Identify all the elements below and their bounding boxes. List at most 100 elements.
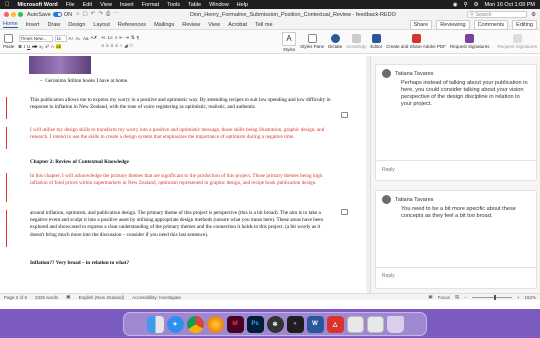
bold-icon[interactable]: B (19, 44, 22, 49)
increase-indent-icon[interactable]: ⇥ (125, 35, 129, 41)
pilcrow-icon[interactable]: ¶ (137, 35, 139, 40)
preview-icon[interactable] (366, 315, 384, 333)
save-icon[interactable]: ▢ (82, 11, 87, 18)
strikethrough-icon[interactable]: ab (32, 44, 37, 49)
menu-table[interactable]: Table (188, 2, 201, 8)
autosave-control[interactable]: AutoSave ON (27, 12, 72, 18)
editor-button[interactable]: Editor (370, 34, 382, 49)
tab-references[interactable]: References (118, 22, 146, 28)
settings-icon[interactable]: ⚙ (531, 12, 536, 18)
menu-tools[interactable]: Tools (167, 2, 180, 8)
share-button[interactable]: Share (409, 19, 433, 30)
italic-icon[interactable]: I (24, 44, 25, 49)
chrome-icon[interactable] (186, 315, 204, 333)
zoom-button[interactable] (18, 12, 23, 17)
trash-icon[interactable] (386, 315, 404, 333)
font-size-select[interactable]: 11 (54, 34, 67, 42)
grow-font-icon[interactable]: A↑ (69, 36, 74, 41)
borders-icon[interactable]: □ (130, 43, 133, 48)
clear-format-icon[interactable]: A✗ (91, 35, 98, 41)
create-pdf-button[interactable]: Create and Share Adobe PDF (386, 34, 446, 49)
comment-marker-icon[interactable] (341, 112, 348, 118)
underline-icon[interactable]: U (27, 44, 30, 49)
highlight-icon[interactable]: ab (56, 43, 62, 49)
indesign-icon[interactable]: Id (226, 315, 244, 333)
text-color-icon[interactable]: A (51, 44, 54, 49)
menu-help[interactable]: Help (237, 2, 248, 8)
tab-draw[interactable]: Draw (47, 22, 60, 28)
focus-button[interactable]: Focus (438, 295, 450, 300)
tab-review[interactable]: Review (182, 22, 200, 28)
dictate-button[interactable]: Dictate (328, 34, 342, 49)
chatgpt-icon[interactable]: ✻ (266, 315, 284, 333)
layout-view-icon[interactable]: ▤ (455, 294, 459, 300)
minimize-button[interactable] (11, 12, 16, 17)
wifi-icon[interactable]: ◉ (453, 2, 458, 8)
zoom-in-icon[interactable]: + (517, 295, 520, 300)
comments-button[interactable]: Comments (473, 19, 509, 30)
align-left-icon[interactable]: ≡ (101, 43, 104, 48)
safari-icon[interactable]: ✦ (166, 315, 184, 333)
superscript-icon[interactable]: x² (45, 44, 49, 49)
redo-icon[interactable]: ↷ (98, 11, 103, 18)
comment-card[interactable]: Tatiana Tavares Perhaps instead of talki… (375, 64, 537, 181)
close-button[interactable] (4, 12, 9, 17)
tab-acrobat[interactable]: Acrobat (228, 22, 247, 28)
numbering-icon[interactable]: 1≡ (108, 35, 113, 40)
language-status[interactable]: English (New Zealand) (79, 295, 125, 300)
zoom-slider[interactable] (471, 294, 512, 300)
sort-icon[interactable]: ⇅ (131, 35, 135, 41)
menu-format[interactable]: Format (142, 2, 159, 8)
request-signatures-pane-button[interactable]: Request Signatures (497, 34, 537, 49)
shading-icon[interactable]: ◢ (124, 43, 127, 49)
word-icon[interactable]: W (306, 315, 324, 333)
focus-icon[interactable]: ▣ (428, 294, 432, 300)
acrobat-icon[interactable]: △ (326, 315, 344, 333)
print-icon[interactable]: ⎙ (106, 11, 110, 18)
search-icon[interactable]: ⚲ (464, 2, 468, 8)
request-signatures-button[interactable]: Request Signatures (450, 34, 489, 49)
proofing-icon[interactable]: ▣ (66, 294, 70, 300)
sensitivity-button[interactable]: Sensitivity (346, 34, 366, 49)
menu-insert[interactable]: Insert (120, 2, 134, 8)
comment-marker-icon[interactable] (341, 209, 348, 215)
undo-icon[interactable]: ↶ (91, 11, 96, 18)
firefox-icon[interactable] (206, 315, 224, 333)
justify-icon[interactable]: ≡ (115, 43, 118, 48)
styles-pane-button[interactable]: Styles Pane (300, 34, 324, 49)
finder-icon[interactable] (146, 315, 164, 333)
multilevel-icon[interactable]: ≡ (115, 35, 118, 40)
menu-app-name[interactable]: Microsoft Word (18, 2, 58, 8)
tab-tell-me[interactable]: Tell me (255, 22, 272, 28)
preview-icon[interactable] (346, 315, 364, 333)
menu-view[interactable]: View (100, 2, 112, 8)
figma-icon[interactable]: ● (286, 315, 304, 333)
shrink-font-icon[interactable]: A↓ (76, 36, 81, 41)
tab-layout[interactable]: Layout (93, 22, 110, 28)
paste-button[interactable]: Paste (3, 34, 15, 49)
menu-window[interactable]: Window (209, 2, 229, 8)
decrease-indent-icon[interactable]: ⇤ (119, 35, 123, 41)
page-count[interactable]: Page 2 of 6 (4, 295, 27, 300)
more-icon[interactable]: ⋯ (113, 11, 119, 18)
document-area[interactable]: – Geronimo Stilton books I have at home.… (0, 56, 370, 293)
align-right-icon[interactable]: ≡ (111, 43, 114, 48)
control-center-icon[interactable]: ⚙ (474, 2, 479, 8)
menu-edit[interactable]: Edit (83, 2, 92, 8)
menu-clock[interactable]: Mon 16 Oct 1:09 PM (485, 2, 535, 8)
autosave-toggle[interactable] (52, 12, 62, 17)
tab-design[interactable]: Design (68, 22, 85, 28)
apple-icon[interactable]:  (5, 2, 10, 8)
reply-input[interactable]: Reply (382, 167, 395, 173)
word-count[interactable]: 2335 words (35, 295, 58, 300)
line-spacing-icon[interactable]: ↕ (120, 43, 122, 48)
tab-mailings[interactable]: Mailings (154, 22, 174, 28)
zoom-out-icon[interactable]: − (464, 295, 467, 300)
reply-input[interactable]: Reply (382, 273, 395, 279)
document-page[interactable]: – Geronimo Stilton books I have at home.… (4, 56, 364, 293)
home-icon[interactable]: ⌂ (76, 11, 79, 18)
align-center-icon[interactable]: ≡ (106, 43, 109, 48)
font-name-select[interactable]: Times New... (18, 34, 53, 42)
photoshop-icon[interactable]: Ps (246, 315, 264, 333)
bullets-icon[interactable]: •≡ (101, 35, 105, 40)
